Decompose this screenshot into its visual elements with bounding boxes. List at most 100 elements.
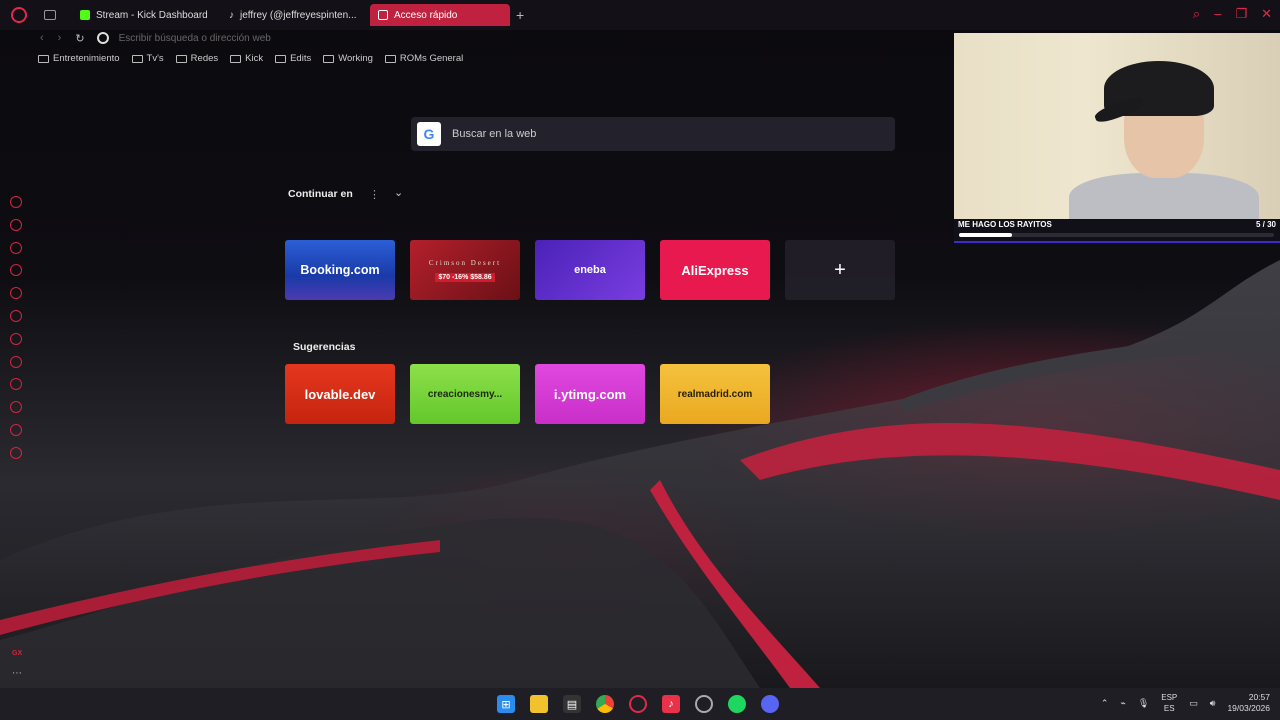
- back-button[interactable]: ‹: [40, 32, 44, 44]
- bookmark-label: Redes: [190, 53, 219, 64]
- store-icon[interactable]: ▤: [563, 695, 581, 713]
- bookmark-folder[interactable]: ROMs General: [384, 53, 464, 64]
- minimize-button[interactable]: –: [1214, 6, 1221, 22]
- folder-icon: [230, 54, 242, 63]
- language-indicator[interactable]: ESP ES: [1161, 692, 1177, 714]
- continue-label: Continuar en: [288, 188, 353, 200]
- settings-icon[interactable]: [10, 446, 22, 459]
- folder-icon: [175, 54, 187, 63]
- bookmark-folder[interactable]: Kick: [230, 53, 263, 64]
- price-badge: $70 -16% $58.86: [435, 272, 495, 282]
- extensions-icon[interactable]: [10, 423, 22, 436]
- bookmark-label: Kick: [245, 53, 264, 64]
- bookmarks-bar: Entretenimiento Tv's Redes Kick Edits Wo…: [38, 53, 463, 64]
- tile-label: i.ytimg.com: [553, 386, 627, 402]
- bookmark-label: Working: [338, 53, 373, 64]
- suggestion-creacionesmy[interactable]: creacionesmy...: [410, 364, 520, 424]
- obs-icon[interactable]: [695, 695, 713, 713]
- chrome-icon[interactable]: [596, 695, 614, 713]
- tab-tiktok[interactable]: ♪ jeffrey (@jeffreyespinten...: [221, 4, 364, 26]
- display-icon[interactable]: ▭: [1189, 698, 1198, 709]
- taskbar: ⊞ ▤ ♪ ⌃ ⌁ 🎙︎ ESP ES ▭ 🔊︎ 20:57 19/03/202…: [0, 688, 1280, 720]
- tile-label: realmadrid.com: [677, 388, 753, 400]
- bookmark-label: Entretenimiento: [53, 53, 120, 64]
- workspaces-icon[interactable]: [44, 10, 56, 20]
- discord-app-icon[interactable]: [761, 695, 779, 713]
- address-bar: ‹ › ↻: [0, 30, 955, 46]
- add-speed-dial-button[interactable]: +: [785, 240, 895, 300]
- folder-icon: [275, 54, 287, 63]
- tiktok-icon[interactable]: [10, 309, 22, 322]
- folder-icon: [131, 54, 143, 63]
- bookmark-label: Edits: [290, 53, 312, 64]
- tab-label: Acceso rápido: [394, 9, 458, 21]
- favorites-icon[interactable]: [10, 355, 22, 368]
- instagram-icon[interactable]: [10, 287, 22, 300]
- tab-label: jeffrey (@jeffreyespinten...: [240, 9, 357, 21]
- folder-icon: [323, 54, 335, 63]
- suggestion-lovable[interactable]: lovable.dev: [285, 364, 395, 424]
- suggestion-ytimg[interactable]: i.ytimg.com: [535, 364, 645, 424]
- tile-label: creacionesmy...: [427, 388, 503, 400]
- search-tabs-icon[interactable]: ⌕: [1193, 6, 1200, 22]
- tab-kick-dashboard[interactable]: Stream - Kick Dashboard: [72, 4, 217, 26]
- downloads-icon[interactable]: [10, 401, 22, 414]
- address-input[interactable]: [118, 32, 719, 44]
- sidebar-more-icon[interactable]: ⋯: [12, 668, 22, 679]
- folder-icon: [38, 54, 49, 63]
- system-tray: ⌃ ⌁ 🎙︎ ESP ES ▭ 🔊︎ 20:57 19/03/2026: [1101, 692, 1270, 714]
- chevron-up-icon[interactable]: ⌃: [1101, 698, 1109, 709]
- webcam-video: [954, 33, 1280, 219]
- clock[interactable]: 20:57 19/03/2026: [1227, 692, 1270, 714]
- bookmark-folder[interactable]: Entretenimiento: [38, 53, 120, 64]
- bookmark-label: ROMs General: [399, 53, 464, 64]
- bookmark-folder[interactable]: Working: [323, 53, 373, 64]
- opera-gx-icon[interactable]: [629, 695, 647, 713]
- new-tab-button[interactable]: +: [516, 7, 524, 23]
- gx-logo-icon: GX: [12, 650, 23, 657]
- spotify-icon[interactable]: [728, 695, 746, 713]
- tiktok-app-icon[interactable]: ♪: [662, 695, 680, 713]
- webcam-caption-bar: ME HAGO LOS RAYITOS 5 / 30: [954, 219, 1280, 243]
- gx-corner-icon[interactable]: [10, 218, 22, 231]
- discord-icon[interactable]: [10, 332, 22, 345]
- speed-dial-eneba[interactable]: eneba: [535, 240, 645, 300]
- more-options-icon[interactable]: ⋮: [369, 188, 380, 201]
- speed-dial-aliexpress[interactable]: AliExpress: [660, 240, 770, 300]
- tiktok-favicon-icon: ♪: [229, 9, 234, 21]
- tile-label: AliExpress: [681, 262, 749, 278]
- stream-goal-progress-fill: [959, 233, 1012, 237]
- file-explorer-icon[interactable]: [530, 695, 548, 713]
- suggestion-realmadrid[interactable]: realmadrid.com: [660, 364, 770, 424]
- whatsapp-icon[interactable]: [10, 264, 22, 277]
- bookmark-folder[interactable]: Edits: [275, 53, 311, 64]
- chevron-down-icon[interactable]: ⌄: [394, 186, 403, 199]
- twitch-icon[interactable]: [10, 241, 22, 254]
- microphone-icon[interactable]: 🎙︎: [1138, 698, 1149, 709]
- tab-bar: Stream - Kick Dashboard ♪ jeffrey (@jeff…: [0, 0, 1280, 30]
- windows-start-icon[interactable]: ⊞: [497, 695, 515, 713]
- maximize-button[interactable]: ❐: [1235, 6, 1247, 22]
- forward-button[interactable]: ›: [58, 32, 62, 44]
- network-icon[interactable]: ⌁: [1120, 698, 1125, 709]
- tab-label: Stream - Kick Dashboard: [96, 9, 208, 21]
- clock-time: 20:57: [1248, 692, 1270, 702]
- opera-logo-icon[interactable]: [11, 7, 27, 23]
- bookmark-folder[interactable]: Redes: [175, 53, 219, 64]
- tab-acceso-rapido[interactable]: Acceso rápido: [370, 4, 510, 26]
- bookmark-folder[interactable]: Tv's: [131, 53, 164, 64]
- stream-goal-progress: [959, 233, 1274, 237]
- close-button[interactable]: ✕: [1261, 6, 1272, 22]
- aria-icon[interactable]: [10, 196, 22, 208]
- window-controls: ⌕ – ❐ ✕: [1193, 6, 1272, 22]
- history-icon[interactable]: [10, 378, 22, 391]
- speed-dial-favicon-icon: [378, 10, 388, 20]
- speed-dial-crimson-desert[interactable]: Crimson Desert $70 -16% $58.86: [410, 240, 520, 300]
- speed-dial-booking[interactable]: Booking.com: [285, 240, 395, 300]
- reload-button[interactable]: ↻: [75, 32, 84, 45]
- suggestions-label: Sugerencias: [293, 341, 356, 353]
- volume-icon[interactable]: 🔊︎: [1210, 698, 1216, 709]
- tile-label: eneba: [574, 264, 606, 276]
- web-search-box[interactable]: G Buscar en la web: [411, 117, 895, 151]
- tile-label: Crimson Desert: [428, 258, 502, 267]
